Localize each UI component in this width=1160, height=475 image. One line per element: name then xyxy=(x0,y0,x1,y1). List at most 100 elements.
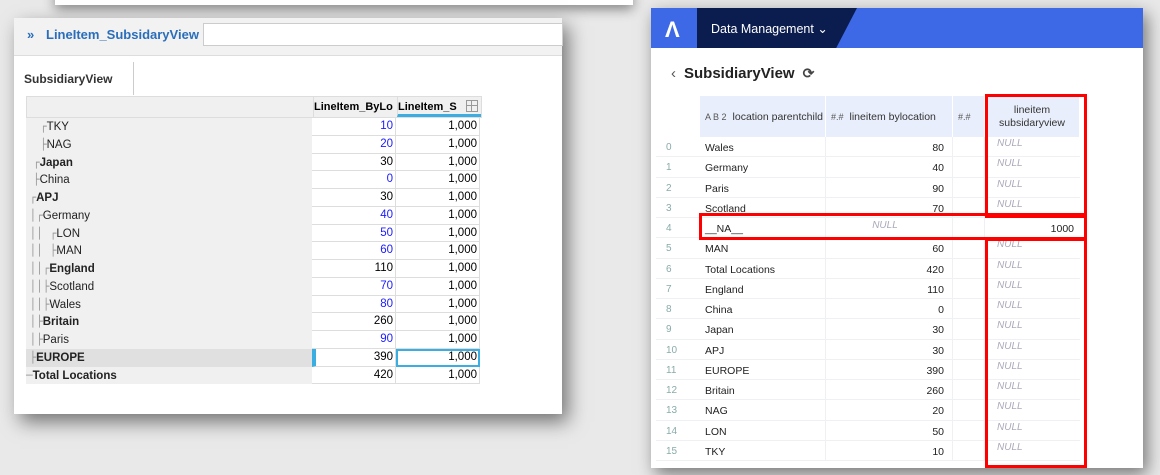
grid-cell[interactable]: 1,000 xyxy=(396,313,480,331)
table-cell[interactable]: TKY xyxy=(700,440,826,460)
module-title[interactable]: LineItem_SubsidaryView xyxy=(46,27,199,42)
grid-cell[interactable]: 1,000 xyxy=(396,118,480,136)
row-index: 5 xyxy=(666,243,672,255)
anaplan-logo-icon[interactable]: Λ xyxy=(665,17,680,43)
highlight-box xyxy=(699,213,1087,240)
grid-cell[interactable]: 20 xyxy=(312,135,396,154)
grid-cell[interactable]: 70 xyxy=(312,277,396,296)
table-cell[interactable]: 0 xyxy=(826,299,953,319)
grid-cell[interactable]: 1,000 xyxy=(396,331,480,349)
grid-row: ├NAG 20 1,000 xyxy=(26,135,482,154)
table-cell[interactable]: 60 xyxy=(826,238,953,258)
grid-row: ││ ┌LON 50 1,000 xyxy=(26,224,482,243)
row-label[interactable]: ││├Wales xyxy=(26,295,312,314)
row-label[interactable]: ││├Scotland xyxy=(26,277,312,296)
table-cell[interactable]: LON xyxy=(700,420,826,440)
data-management-menu[interactable]: Data Management ⌄ xyxy=(697,8,857,48)
table-cell[interactable]: 30 xyxy=(826,339,953,359)
table-cell[interactable]: England xyxy=(700,278,826,298)
row-label[interactable]: ├NAG xyxy=(26,135,312,154)
grid-cell[interactable]: 80 xyxy=(312,295,396,314)
row-label[interactable]: │├Britain xyxy=(26,313,312,331)
grid-cell[interactable]: 0 xyxy=(312,171,396,189)
number-type-icon: #.# xyxy=(958,111,971,122)
grid-cell[interactable]: 10 xyxy=(312,118,396,136)
row-index: 6 xyxy=(666,263,672,275)
row-label[interactable]: ││ ┌LON xyxy=(26,224,312,243)
grid-cell[interactable]: 1,000 xyxy=(396,242,480,260)
grid-cell[interactable]: 1,000 xyxy=(396,171,480,189)
table-cell[interactable]: Wales xyxy=(700,137,826,157)
table-cell[interactable]: 420 xyxy=(826,258,953,278)
table-cell[interactable]: EUROPE xyxy=(700,359,826,379)
grid-row: │┌Germany 40 1,000 xyxy=(26,206,482,225)
column-header[interactable]: LineItem_S xyxy=(397,97,481,117)
column-header[interactable]: #.# xyxy=(953,96,985,137)
grid-cell[interactable]: 1,000 xyxy=(396,295,480,314)
chevron-down-icon: ⌄ xyxy=(817,22,828,36)
grid-cell[interactable]: 1,000 xyxy=(396,206,480,225)
row-label[interactable]: ││┌England xyxy=(26,260,312,278)
table-cell[interactable]: Paris xyxy=(700,177,826,197)
grid-cell[interactable]: 1,000 xyxy=(396,224,480,243)
module-search-box[interactable] xyxy=(203,23,563,46)
grid-cell[interactable]: 1,000 xyxy=(396,135,480,154)
grid-cell[interactable]: 1,000 xyxy=(396,153,480,172)
row-label[interactable]: ┌TKY xyxy=(26,118,312,136)
table-cell[interactable]: Japan xyxy=(700,319,826,339)
table-cell[interactable]: 10 xyxy=(826,440,953,460)
table-cell[interactable]: Britain xyxy=(700,380,826,400)
grid-cell[interactable]: 50 xyxy=(312,224,396,243)
table-cell[interactable]: 90 xyxy=(826,177,953,197)
table-cell[interactable]: Total Locations xyxy=(700,258,826,278)
grid-cell[interactable]: 1,000 xyxy=(396,277,480,296)
column-header[interactable]: A B 2 location parentchild xyxy=(700,96,826,137)
row-label[interactable]: │┌Germany xyxy=(26,206,312,225)
table-cell[interactable]: NAG xyxy=(700,400,826,420)
row-label[interactable]: ┌APJ xyxy=(26,189,312,207)
refresh-icon[interactable]: ⟳ xyxy=(803,65,815,81)
row-label[interactable]: ││ ├MAN xyxy=(26,242,312,260)
column-header[interactable]: LineItem_ByLo xyxy=(313,97,397,117)
table-cell[interactable]: 40 xyxy=(826,157,953,177)
grid-cell[interactable]: 1,000 xyxy=(396,366,480,385)
grid-cell[interactable]: 260 xyxy=(312,313,396,331)
table-cell[interactable]: 20 xyxy=(826,400,953,420)
table-cell[interactable]: APJ xyxy=(700,339,826,359)
grid-row: ││┌England 110 1,000 xyxy=(26,260,482,278)
grid-cell[interactable]: 1,000 xyxy=(396,348,480,367)
grid-cell[interactable]: 90 xyxy=(312,331,396,349)
row-index: 15 xyxy=(666,445,678,457)
grid-cell[interactable]: 60 xyxy=(312,242,396,260)
row-label[interactable]: ├EUROPE xyxy=(26,348,312,367)
grid-cell[interactable]: 390 xyxy=(312,348,396,367)
tree-line: ┌ xyxy=(26,120,47,133)
table-cell[interactable]: 390 xyxy=(826,359,953,379)
row-label[interactable]: │├Paris xyxy=(26,331,312,349)
back-chevron-icon[interactable]: ‹ xyxy=(671,65,676,82)
table-cell[interactable]: China xyxy=(700,299,826,319)
table-cell[interactable]: 30 xyxy=(826,319,953,339)
table-cell[interactable]: 110 xyxy=(826,278,953,298)
table-cell[interactable]: 80 xyxy=(826,137,953,157)
table-cell[interactable]: 50 xyxy=(826,420,953,440)
grid-cell[interactable]: 110 xyxy=(312,260,396,278)
grid-cell[interactable]: 1,000 xyxy=(396,260,480,278)
table-cell[interactable]: MAN xyxy=(700,238,826,258)
grid-cell[interactable]: 30 xyxy=(312,189,396,207)
tree-line: ││ ├ xyxy=(26,244,57,258)
grid-cell[interactable]: 1,000 xyxy=(396,189,480,207)
table-cell[interactable]: 260 xyxy=(826,380,953,400)
row-index: 11 xyxy=(666,364,677,376)
table-cell[interactable]: Germany xyxy=(700,157,826,177)
row-label[interactable]: ┌Japan xyxy=(26,153,312,172)
grid-cell[interactable]: 420 xyxy=(312,366,396,385)
row-label[interactable]: ├China xyxy=(26,171,312,189)
collapse-chevron-icon[interactable]: » xyxy=(27,27,34,42)
column-header[interactable]: #.# lineitem bylocation xyxy=(826,96,953,137)
row-label[interactable]: ─Total Locations xyxy=(26,366,312,385)
grid-icon[interactable] xyxy=(466,100,478,112)
tab-subsidiaryview[interactable]: SubsidiaryView xyxy=(14,62,134,95)
grid-cell[interactable]: 40 xyxy=(312,206,396,225)
grid-cell[interactable]: 30 xyxy=(312,153,396,172)
